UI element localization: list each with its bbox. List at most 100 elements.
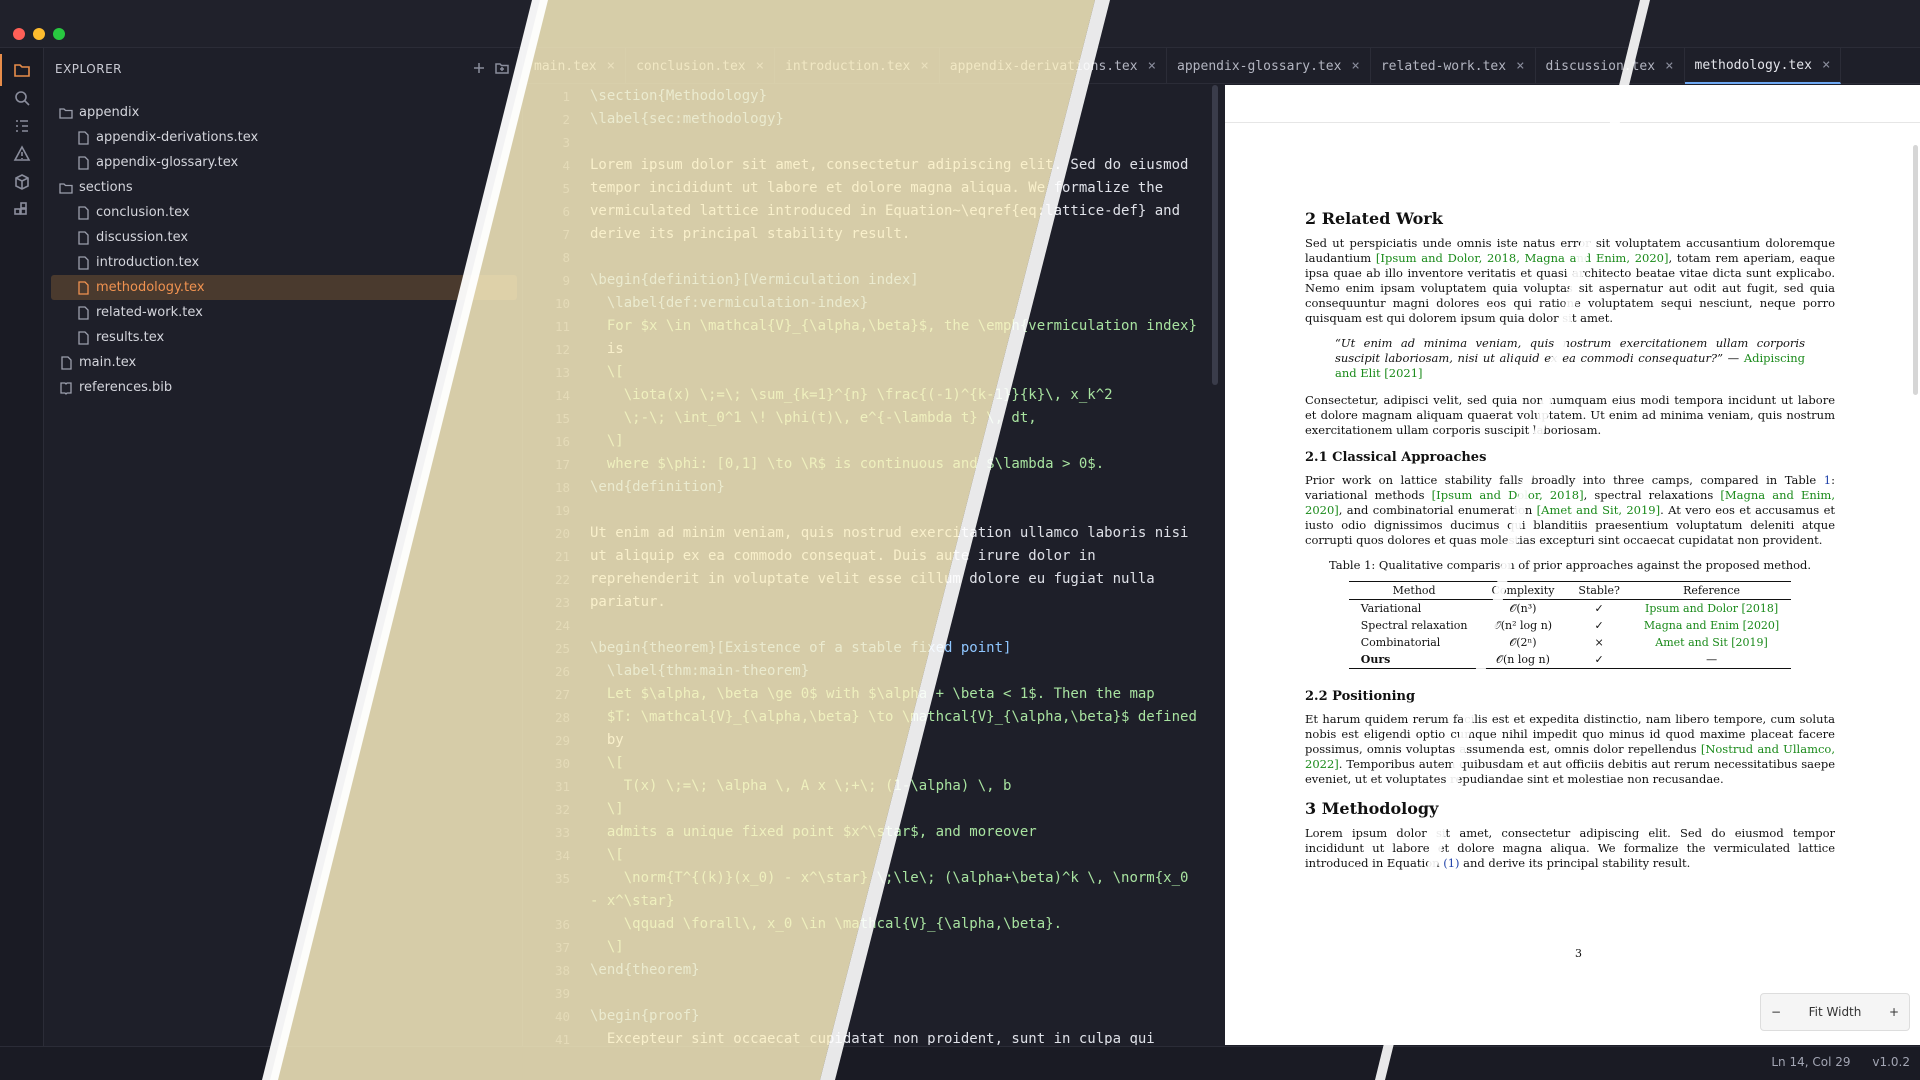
tree-file[interactable]: conclusion.tex <box>51 200 517 225</box>
code-line[interactable]: 9 \begin{definition}[Vermiculation index] <box>524 269 1224 292</box>
code-line[interactable]: 7 derive its principal stability result. <box>524 223 1224 246</box>
code-line[interactable]: 20 Ut enim ad minim veniam, quis nostrud … <box>524 522 1224 545</box>
line-number: 6 <box>562 204 570 219</box>
cursor-position[interactable]: Ln 14, Col 29 <box>1771 1055 1850 1069</box>
close-tab-icon[interactable]: × <box>1351 58 1359 74</box>
code-line[interactable]: 25 \begin{theorem}[Existence of a stable … <box>524 637 1224 660</box>
close-tab-icon[interactable]: × <box>1822 57 1830 73</box>
warning-icon[interactable] <box>10 142 34 166</box>
tree-file[interactable]: main.tex <box>51 350 517 375</box>
tree-file[interactable]: related-work.tex <box>51 300 517 325</box>
minimize-window-button[interactable] <box>33 28 45 40</box>
code-line[interactable]: 29 by <box>524 729 1224 752</box>
zoom-in-button[interactable]: + <box>1889 1005 1899 1019</box>
tree-file[interactable]: methodology.tex <box>51 275 517 300</box>
table-cell[interactable]: Amet and Sit [2019] <box>1632 634 1791 651</box>
code-line[interactable]: 6 vermiculated lattice introduced in Equa… <box>524 200 1224 223</box>
code-line[interactable]: 12 is <box>524 338 1224 361</box>
code-line[interactable]: 24 <box>524 614 1224 637</box>
code-line[interactable]: 34 \[ <box>524 844 1224 867</box>
code-text: T(x) \;=\; \alpha \, A x \;+\; (1-\alpha… <box>590 778 1012 794</box>
line-number: 25 <box>554 641 570 656</box>
editor-tab[interactable]: methodology.tex × <box>1684 48 1842 84</box>
code-line[interactable]: 30 \[ <box>524 752 1224 775</box>
search-icon[interactable] <box>10 86 34 110</box>
tree-folder[interactable]: appendix <box>51 100 517 125</box>
close-tab-icon[interactable]: × <box>1148 58 1156 74</box>
new-folder-icon[interactable] <box>495 60 513 78</box>
code-editor[interactable]: 1 \section{Methodology} 2 \label{sec:method… <box>524 85 1224 1045</box>
code-line[interactable]: 21 ut aliquip ex ea commodo consequat. Du… <box>524 545 1224 568</box>
code-line[interactable]: 14 \iota(x) \;=\; \sum_{k=1}^{n} \frac{(… <box>524 384 1224 407</box>
code-line[interactable]: 1 \section{Methodology} <box>524 85 1224 108</box>
code-line[interactable]: 5 tempor incididunt ut labore et dolore m… <box>524 177 1224 200</box>
code-line[interactable]: 39 <box>524 982 1224 1005</box>
citation-link[interactable]: [Ipsum and Dolor, 2018] <box>1432 488 1584 502</box>
code-line[interactable]: 18 \end{definition} <box>524 476 1224 499</box>
package-icon[interactable] <box>10 170 34 194</box>
code-line[interactable]: - x^\star} <box>524 890 1224 913</box>
code-line[interactable]: 41 Excepteur sint occaecat cupidatat non… <box>524 1028 1224 1045</box>
tree-file[interactable]: references.bib <box>51 375 517 400</box>
code-line[interactable]: 28 $T: \mathcal{V}_{\alpha,\beta} \to \m… <box>524 706 1224 729</box>
code-line[interactable]: 27 Let $\alpha, \beta \ge 0$ with $\alph… <box>524 683 1224 706</box>
code-line[interactable]: 8 <box>524 246 1224 269</box>
code-line[interactable]: 2 \label{sec:methodology} <box>524 108 1224 131</box>
close-tab-icon[interactable]: × <box>1516 58 1524 74</box>
extensions-icon[interactable] <box>10 198 34 222</box>
tree-file[interactable]: introduction.tex <box>51 250 517 275</box>
code-line[interactable]: 36 \qquad \forall\, x_0 \in \mathcal{V}_… <box>524 913 1224 936</box>
outline-icon[interactable] <box>10 114 34 138</box>
equation-ref-link[interactable]: (1) <box>1443 856 1459 870</box>
code-line[interactable]: 3 <box>524 131 1224 154</box>
code-line[interactable]: 10 \label{def:vermiculation-index} <box>524 292 1224 315</box>
maximize-window-button[interactable] <box>53 28 65 40</box>
tree-file[interactable]: appendix-derivations.tex <box>51 125 517 150</box>
code-line[interactable]: 4 Lorem ipsum dolor sit amet, consectetur… <box>524 154 1224 177</box>
editor-tab[interactable]: discussion.tex × <box>1536 48 1685 84</box>
editor-tab[interactable]: related-work.tex × <box>1371 48 1536 84</box>
code-line[interactable]: 13 \[ <box>524 361 1224 384</box>
code-line[interactable]: 23 pariatur. <box>524 591 1224 614</box>
table-cell: ✓ <box>1594 619 1604 632</box>
tree-folder[interactable]: sections <box>51 175 517 200</box>
code-line[interactable]: 33 admits a unique fixed point $x^\star$… <box>524 821 1224 844</box>
editor-tab[interactable]: conclusion.tex × <box>626 48 776 84</box>
table-cell[interactable]: Magna and Enim [2020] <box>1632 617 1791 634</box>
citation-link[interactable]: [Amet and Sit, 2019] <box>1537 503 1660 517</box>
table-cell[interactable]: Ipsum and Dolor [2018] <box>1632 600 1791 618</box>
code-line[interactable]: 35 \norm{T^{(k)}(x_0) - x^\star} \;\le\;… <box>524 867 1224 890</box>
tree-file[interactable]: results.tex <box>51 325 517 350</box>
citation-link[interactable]: [Ipsum and Dolor, 2018, Magna and Enim, … <box>1376 251 1669 265</box>
code-line[interactable]: 40 \begin{proof} <box>524 1005 1224 1028</box>
code-line[interactable]: 17 where $\phi: [0,1] \to \R$ is continu… <box>524 453 1224 476</box>
files-icon[interactable] <box>0 54 34 86</box>
close-tab-icon[interactable]: × <box>756 58 764 74</box>
editor-tab[interactable]: introduction.tex × <box>775 48 940 84</box>
tree-file[interactable]: appendix-glossary.tex <box>51 150 517 175</box>
code-line[interactable]: 22 reprehenderit in voluptate velit esse … <box>524 568 1224 591</box>
code-line[interactable]: 11 For $x \in \mathcal{V}_{\alpha,\beta}… <box>524 315 1224 338</box>
code-line[interactable]: 19 <box>524 499 1224 522</box>
code-line[interactable]: 32 \] <box>524 798 1224 821</box>
editor-tab[interactable]: appendix-glossary.tex × <box>1167 48 1371 84</box>
code-line[interactable]: 38 \end{theorem} <box>524 959 1224 982</box>
editor-tab[interactable]: main.tex × <box>524 48 627 84</box>
close-window-button[interactable] <box>13 28 25 40</box>
close-tab-icon[interactable]: × <box>1665 58 1673 74</box>
fit-width-button[interactable]: Fit Width <box>1809 1005 1862 1019</box>
preview-scrollbar[interactable] <box>1913 145 1918 395</box>
editor-tab[interactable]: appendix-derivations.tex × <box>940 48 1168 84</box>
code-line[interactable]: 26 \label{thm:main-theorem} <box>524 660 1224 683</box>
code-line[interactable]: 37 \] <box>524 936 1224 959</box>
code-line[interactable]: 31 T(x) \;=\; \alpha \, A x \;+\; (1-\al… <box>524 775 1224 798</box>
zoom-out-button[interactable]: − <box>1771 1005 1781 1019</box>
table-cell: 𝒪(n log n) <box>1496 653 1550 666</box>
new-file-icon[interactable] <box>472 60 490 78</box>
code-line[interactable]: 15 \;-\; \int_0^1 \! \phi(t)\, e^{-\lamb… <box>524 407 1224 430</box>
close-tab-icon[interactable]: × <box>920 58 928 74</box>
code-line[interactable]: 16 \] <box>524 430 1224 453</box>
line-number: 9 <box>562 273 570 288</box>
close-tab-icon[interactable]: × <box>607 58 615 74</box>
tree-file[interactable]: discussion.tex <box>51 225 517 250</box>
